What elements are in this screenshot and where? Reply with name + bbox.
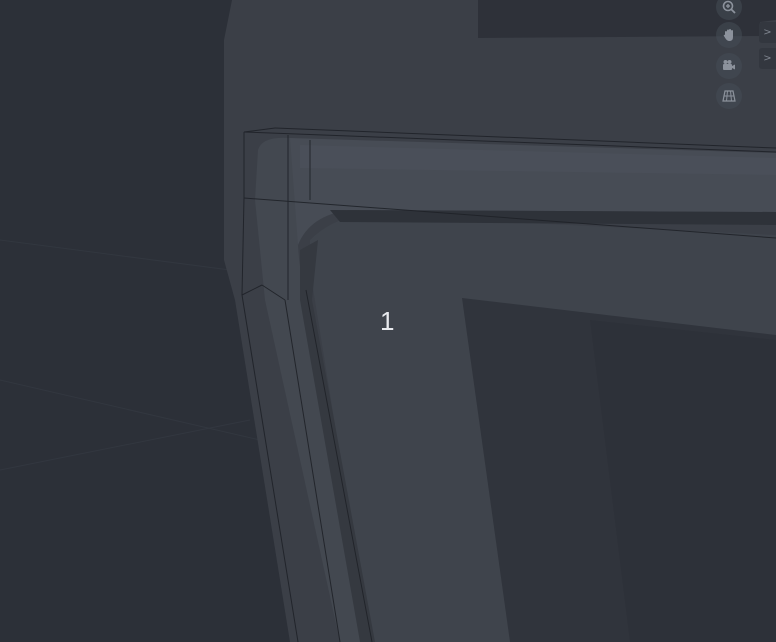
camera-button[interactable] xyxy=(716,53,742,79)
sidebar-toggle-tab[interactable]: > xyxy=(759,22,776,43)
hand-pan-icon xyxy=(721,27,737,43)
3d-viewport[interactable]: 1 > > xyxy=(0,0,776,642)
zoom-button[interactable] xyxy=(716,0,742,20)
camera-icon xyxy=(721,58,737,74)
sidebar-toggle-tab[interactable]: > xyxy=(759,48,776,69)
ortho-toggle-button[interactable] xyxy=(716,83,742,109)
pan-button[interactable] xyxy=(716,22,742,48)
zoom-in-icon xyxy=(721,0,737,15)
navigation-gizmo xyxy=(716,0,744,112)
chevron-right-icon: > xyxy=(763,26,772,38)
perspective-grid-icon xyxy=(721,88,737,104)
chevron-right-icon: > xyxy=(763,52,772,64)
element-index-label: 1 xyxy=(380,306,395,336)
